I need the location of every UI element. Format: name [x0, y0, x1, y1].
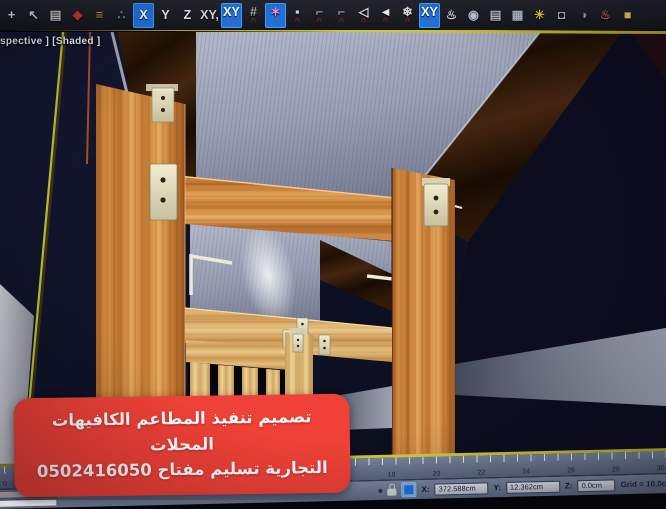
restrict-x-button[interactable]: X [133, 3, 154, 28]
ruler-number: 26 [567, 467, 575, 474]
vertex-snap-icon[interactable]: ◁ ∩ [353, 3, 374, 28]
restrict-xy-label[interactable]: XY, [199, 3, 220, 28]
badge-line-2: التجارية تسليم مفتاح 0502416050 [24, 455, 340, 485]
magnet-icon: ∩ [295, 16, 301, 24]
y-coordinate-label: Y: [493, 483, 501, 492]
lock-icon[interactable] [388, 488, 397, 495]
rendered-frame-button[interactable]: ■ [617, 3, 638, 28]
ruler-number: 28 [612, 466, 620, 473]
magnet-icon: ∩ [273, 16, 279, 24]
select-and-move-icon[interactable]: + [1, 3, 22, 28]
midpoint-snap-icon[interactable]: ⌐ ∩ [331, 3, 352, 28]
mirror-icon[interactable]: ◆ [67, 3, 88, 28]
selection-lock-dot [379, 488, 383, 492]
align-icon[interactable]: ≡ [89, 3, 110, 28]
z-coordinate-label: Z: [565, 481, 573, 490]
viewport-label[interactable]: spective ] [Shaded ] [0, 36, 100, 47]
magnet-icon: ∩ [427, 16, 433, 24]
light-icon[interactable]: ☀ [529, 3, 550, 28]
magnet-icon: ∩ [229, 16, 235, 24]
magnet-icon: ∩ [383, 16, 389, 24]
snap-xy-button[interactable]: XY ∩ [221, 3, 242, 28]
arabic-ad-badge: تصميم تنفيذ المطاعم الكافيهات المحلات ال… [13, 394, 350, 497]
ruler-number: 30 [657, 465, 665, 472]
selection-set-icon[interactable]: ∴ [111, 3, 132, 28]
edge-snap-icon[interactable]: ⌐ ∩ [309, 3, 330, 28]
transform-typein-toggle[interactable] [401, 482, 416, 497]
grid-size-label: Grid = 10.0cm [620, 479, 666, 489]
render-iterative-icon[interactable]: ◑ [573, 3, 594, 28]
snap-toggle-xy-button[interactable]: XY ∩ [419, 3, 440, 28]
ruler-number: 20 [432, 470, 440, 477]
ruler-number: 22 [477, 469, 485, 476]
pivot-snap-icon[interactable]: ◄ ∩ [375, 3, 396, 28]
restrict-y-button[interactable]: Y [155, 3, 176, 28]
render-production-icon[interactable]: ♨ [595, 3, 616, 28]
select-by-name-icon[interactable]: ▤ [45, 3, 66, 28]
render-teapot-icon[interactable]: ♨ [441, 3, 462, 28]
ruler-number: 24 [522, 468, 530, 475]
magnet-icon: ∩ [405, 16, 411, 24]
material-editor-icon[interactable]: ◉ [463, 3, 484, 28]
magnet-icon: ∩ [317, 16, 323, 24]
render-setup-icon[interactable]: ▤ [485, 3, 506, 28]
spinner-snap-icon[interactable]: ❄ ∩ [397, 3, 418, 28]
badge-line-1: تصميم تنفيذ المطاعم الكافيهات المحلات [23, 404, 340, 460]
render-frame-icon[interactable]: ▦ [507, 3, 528, 28]
dot-snap-icon[interactable]: ▪ ∩ [287, 3, 308, 28]
screen-photo: { "colors": { "accent_blue": "#1f71d9", … [0, 0, 666, 500]
x-coordinate-field[interactable]: 372.588cm [434, 482, 488, 495]
grid-snap-icon[interactable]: # ∩ [243, 3, 264, 28]
y-coordinate-field[interactable]: 12.362cm [506, 480, 560, 493]
magnet-icon: ∩ [251, 16, 257, 24]
angle-snap-button[interactable]: ✶ ∩ [265, 3, 286, 28]
camera-icon[interactable]: ◘ [551, 3, 572, 28]
select-object-icon[interactable]: ↖ [23, 3, 44, 28]
ruler-number: 0 [3, 481, 7, 488]
restrict-z-button[interactable]: Z [177, 3, 198, 28]
z-coordinate-field[interactable]: 0.0cm [577, 479, 615, 492]
magnet-icon: ∩ [361, 16, 367, 24]
ruler-number: 18 [388, 472, 396, 479]
x-coordinate-label: X: [422, 485, 430, 494]
main-toolbar: + ↖ ▤ ◆ ≡ ∴ X Y Z XY, [0, 0, 666, 30]
magnet-icon: ∩ [339, 16, 345, 24]
